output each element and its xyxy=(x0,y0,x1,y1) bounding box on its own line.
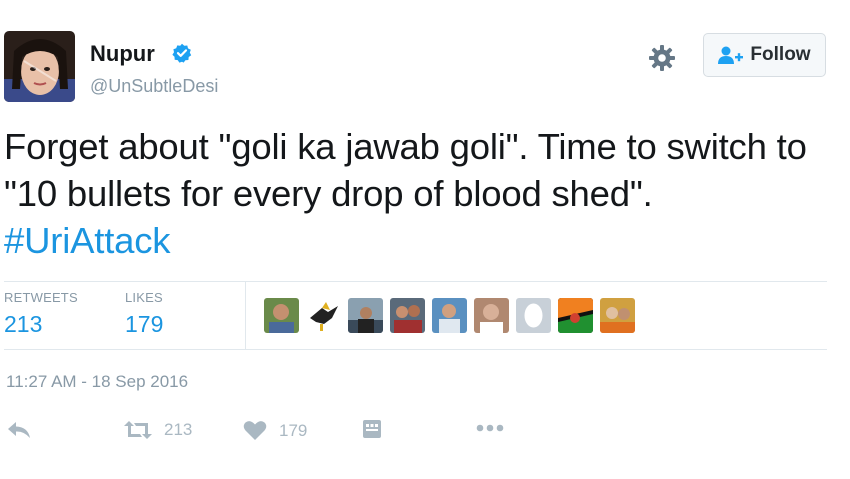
tweet-timestamp[interactable]: 11:27 AM - 18 Sep 2016 xyxy=(6,372,188,392)
divider xyxy=(4,281,827,282)
more-options-button[interactable] xyxy=(476,421,506,435)
user-avatar[interactable] xyxy=(4,31,75,102)
hashtag-link[interactable]: #UriAttack xyxy=(4,220,171,261)
analytics-icon xyxy=(363,420,381,438)
liker-avatar[interactable] xyxy=(348,298,383,333)
retweet-icon xyxy=(124,421,152,439)
liker-avatar[interactable] xyxy=(516,298,551,333)
liker-avatar[interactable] xyxy=(264,298,299,333)
retweets-label: RETWEETS xyxy=(4,290,78,305)
tweet-text: Forget about "goli ka jawab goli". Time … xyxy=(4,123,824,264)
likes-count: 179 xyxy=(125,311,164,337)
likes-stat[interactable]: LIKES 179 xyxy=(125,290,163,338)
like-action-count: 179 xyxy=(279,420,308,440)
follow-button[interactable]: Follow xyxy=(703,33,826,77)
analytics-button[interactable] xyxy=(362,419,382,439)
retweets-count: 213 xyxy=(4,311,43,337)
likes-label: LIKES xyxy=(125,290,163,305)
divider xyxy=(4,349,827,350)
liker-avatar[interactable] xyxy=(600,298,635,333)
heart-icon xyxy=(243,421,267,440)
like-button[interactable]: 179 xyxy=(243,420,307,441)
liker-avatar[interactable] xyxy=(474,298,509,333)
liker-avatar[interactable] xyxy=(390,298,425,333)
verified-badge-icon xyxy=(172,43,192,63)
follow-user-icon xyxy=(718,46,744,64)
stats-divider xyxy=(245,281,246,349)
tweet-body: Forget about "goli ka jawab goli". Time … xyxy=(4,126,817,214)
liker-avatar[interactable] xyxy=(432,298,467,333)
more-dots-icon xyxy=(476,424,504,432)
liker-avatar[interactable] xyxy=(558,298,593,333)
retweet-button[interactable]: 213 xyxy=(122,420,192,440)
reply-button[interactable] xyxy=(6,421,32,439)
follow-button-label: Follow xyxy=(750,44,811,65)
user-name[interactable]: Nupur xyxy=(90,41,155,67)
liked-by-avatars xyxy=(264,298,635,334)
reply-icon xyxy=(8,422,30,438)
gear-icon[interactable] xyxy=(648,44,676,72)
user-handle[interactable]: @UnSubtleDesi xyxy=(90,76,218,97)
retweets-stat[interactable]: RETWEETS 213 xyxy=(4,290,78,338)
retweet-action-count: 213 xyxy=(164,420,193,439)
liker-avatar[interactable] xyxy=(306,298,341,333)
